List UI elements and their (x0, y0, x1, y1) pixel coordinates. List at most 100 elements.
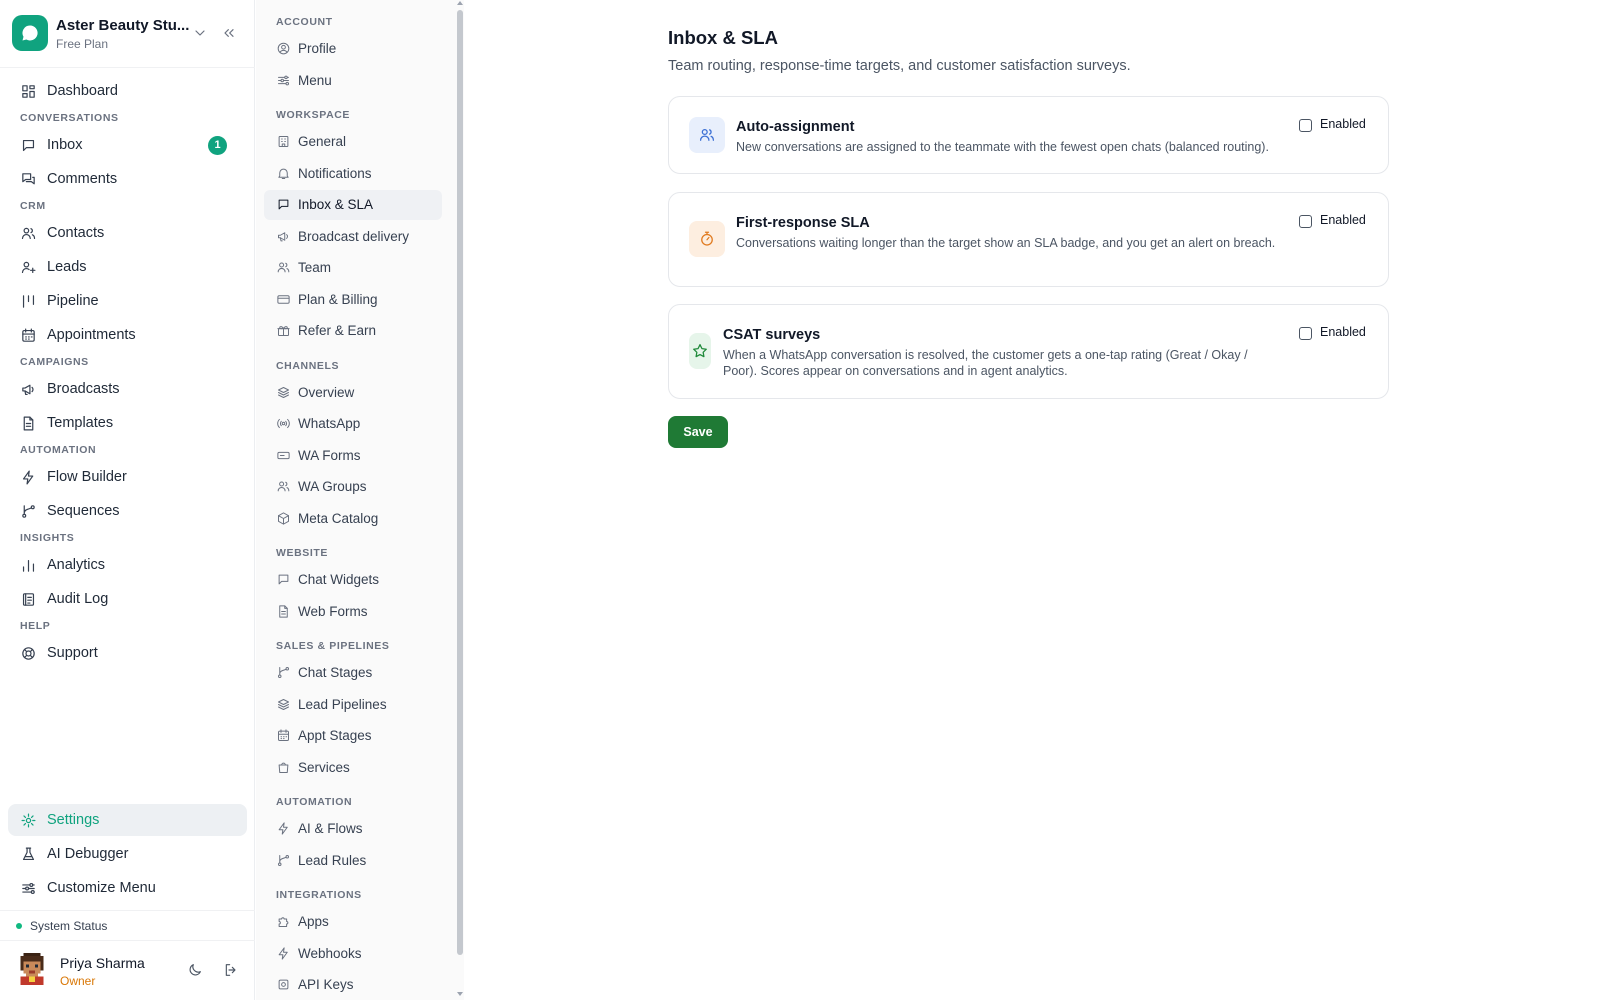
sidebar-item-label: Support (47, 645, 98, 661)
document-icon (276, 604, 291, 619)
settings-nav-general[interactable]: General (264, 127, 442, 157)
setting-card-first-response-sla: First-response SLA Conversations waiting … (668, 192, 1389, 287)
settings-nav-services[interactable]: Services (264, 753, 442, 783)
settings-nav-wa-groups[interactable]: WA Groups (264, 472, 442, 502)
settings-nav-label: Apps (298, 914, 329, 929)
sidebar-item-label: Inbox (47, 137, 83, 153)
contacts-icon (20, 225, 37, 242)
sidebar-item-label: Comments (47, 171, 118, 187)
settings-nav-plan-and-billing[interactable]: Plan & Billing (264, 285, 442, 315)
sidebar-item-label: Pipeline (47, 293, 99, 309)
settings-nav-lead-pipelines[interactable]: Lead Pipelines (264, 690, 442, 720)
sidebar-item-label: Sequences (47, 503, 120, 519)
gear-icon (20, 812, 37, 829)
audit-log-icon (20, 591, 37, 608)
sidebar-item-leads[interactable]: Leads (8, 251, 247, 283)
settings-nav-meta-catalog[interactable]: Meta Catalog (264, 504, 442, 534)
logout-icon[interactable] (223, 962, 239, 978)
settings-nav-apps[interactable]: Apps (264, 907, 442, 937)
settings-nav-menu[interactable]: Menu (264, 66, 442, 96)
sidebar-item-support[interactable]: Support (8, 637, 247, 669)
settings-nav-label: WA Forms (298, 447, 361, 463)
settings-nav-profile[interactable]: Profile (264, 34, 442, 64)
settings-nav-refer-and-earn[interactable]: Refer & Earn (264, 316, 442, 346)
settings-section-website: WEBSITE (276, 547, 329, 559)
users-icon (276, 260, 291, 275)
settings-nav-team[interactable]: Team (264, 253, 442, 283)
settings-nav-label: Overview (298, 384, 355, 400)
settings-nav-notifications[interactable]: Notifications (264, 159, 442, 189)
settings-nav-label: WhatsApp (298, 416, 361, 431)
credit-card-icon (276, 292, 291, 307)
sidebar-item-flow-builder[interactable]: Flow Builder (8, 461, 247, 493)
save-button[interactable]: Save (668, 416, 728, 448)
settings-nav-scrollbar[interactable] (456, 0, 464, 1000)
settings-nav-ai-and-flows[interactable]: AI & Flows (264, 814, 442, 844)
moon-icon[interactable] (187, 962, 203, 978)
chevron-down-icon[interactable] (192, 25, 208, 41)
settings-nav-inbox-and-sla[interactable]: Inbox & SLA (264, 190, 442, 220)
settings-nav-label: Team (298, 260, 332, 275)
lightning-icon (20, 469, 37, 486)
settings-nav-wa-forms[interactable]: WA Forms (264, 441, 442, 471)
enabled-checkbox[interactable] (1299, 119, 1312, 132)
settings-nav-overview[interactable]: Overview (264, 378, 442, 408)
collapse-sidebar-icon[interactable] (221, 25, 237, 41)
sidebar-item-settings[interactable]: Settings (8, 804, 247, 836)
dashboard-icon (20, 83, 37, 100)
star-icon (689, 333, 711, 369)
settings-nav-label: Chat Stages (298, 665, 373, 680)
settings-nav-label: API Keys (298, 977, 354, 992)
settings-nav-lead-rules[interactable]: Lead Rules (264, 846, 442, 876)
settings-nav-label: Inbox & SLA (298, 197, 374, 212)
sidebar-item-analytics[interactable]: Analytics (8, 549, 247, 581)
settings-nav-label: General (298, 134, 347, 149)
enabled-checkbox[interactable] (1299, 215, 1312, 228)
settings-nav-label: Notifications (298, 165, 372, 181)
settings-nav-api-keys[interactable]: API Keys (264, 970, 442, 1000)
settings-nav-webhooks[interactable]: Webhooks (264, 939, 442, 969)
sidebar-item-label: Flow Builder (47, 469, 127, 485)
workspace-logo-icon (12, 15, 48, 51)
scroll-down-icon[interactable] (457, 992, 463, 996)
sidebar-item-label: Broadcasts (47, 381, 120, 397)
sidebar-section-help: HELP (20, 620, 51, 632)
sidebar-item-broadcasts[interactable]: Broadcasts (8, 373, 247, 405)
sidebar-item-inbox[interactable]: Inbox 1 (8, 129, 247, 161)
settings-nav-appt-stages[interactable]: Appt Stages (264, 721, 442, 751)
system-status[interactable]: System Status (0, 910, 255, 940)
sidebar-item-pipeline[interactable]: Pipeline (8, 285, 247, 317)
scroll-up-icon[interactable] (457, 1, 463, 5)
sidebar-item-label: Dashboard (47, 83, 118, 99)
workspace-switcher[interactable]: Aster Beauty Stu... Free Plan (0, 0, 255, 68)
chat-icon (276, 572, 291, 587)
settings-nav-web-forms[interactable]: Web Forms (264, 597, 442, 627)
stopwatch-icon (689, 221, 725, 257)
chat-icon (276, 197, 291, 212)
sidebar-item-sequences[interactable]: Sequences (8, 495, 247, 527)
comments-icon (20, 171, 37, 188)
sidebar-item-dashboard[interactable]: Dashboard (8, 75, 247, 107)
sidebar-item-customize-menu[interactable]: Customize Menu (8, 872, 247, 904)
box-icon (276, 511, 291, 526)
sidebar-item-templates[interactable]: Templates (8, 407, 247, 439)
settings-section-account: ACCOUNT (276, 16, 333, 28)
settings-nav-label: Broadcast delivery (298, 228, 410, 244)
workspace-name: Aster Beauty Stu... (56, 17, 190, 34)
sidebar-item-audit-log[interactable]: Audit Log (8, 583, 247, 615)
settings-nav-label: AI & Flows (298, 821, 363, 836)
scrollbar-thumb[interactable] (457, 10, 463, 955)
sidebar-item-appointments[interactable]: Appointments (8, 319, 247, 351)
user-profile[interactable]: Priya Sharma Owner (0, 940, 255, 1000)
sidebar-item-contacts[interactable]: Contacts (8, 217, 247, 249)
settings-nav-broadcast-delivery[interactable]: Broadcast delivery (264, 222, 442, 252)
settings-nav-chat-widgets[interactable]: Chat Widgets (264, 565, 442, 595)
sidebar-item-comments[interactable]: Comments (8, 163, 247, 195)
users-icon (689, 117, 725, 153)
settings-nav-whatsapp[interactable]: WhatsApp (264, 409, 442, 439)
sidebar-item-ai-debugger[interactable]: AI Debugger (8, 838, 247, 870)
settings-nav-chat-stages[interactable]: Chat Stages (264, 658, 442, 688)
sidebar-item-label: Audit Log (47, 591, 109, 607)
settings-section-workspace: WORKSPACE (276, 109, 351, 121)
enabled-checkbox[interactable] (1299, 327, 1312, 340)
